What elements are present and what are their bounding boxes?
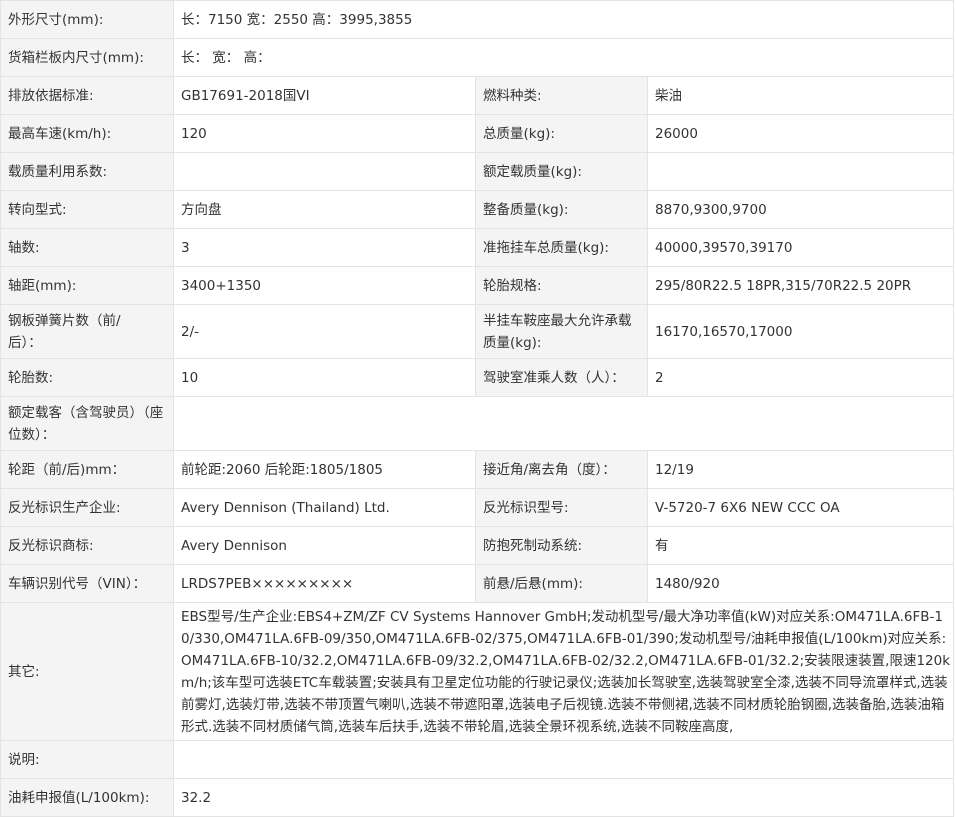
table-row: 反光标识生产企业: Avery Dennison (Thailand) Ltd.… — [0, 488, 955, 527]
spec-value: 前轮距:2060 后轮距:1805/1805 — [173, 450, 476, 489]
table-row: 其它: EBS型号/生产企业:EBS4+ZM/ZF CV Systems Han… — [0, 602, 955, 741]
spec-label: 载质量利用系数: — [0, 152, 174, 191]
table-row: 最高车速(km/h): 120 总质量(kg): 26000 — [0, 114, 955, 153]
table-row: 转向型式: 方向盘 整备质量(kg): 8870,9300,9700 — [0, 190, 955, 229]
spec-label: 防抱死制动系统: — [475, 526, 648, 565]
spec-label: 最高车速(km/h): — [0, 114, 174, 153]
table-row: 轴距(mm): 3400+1350 轮胎规格: 295/80R22.5 18PR… — [0, 266, 955, 305]
spec-label: 油耗申报值(L/100km): — [0, 778, 174, 817]
table-row: 钢板弹簧片数（前/后）： 2/- 半挂车鞍座最大允许承载质量(kg): 1617… — [0, 304, 955, 359]
table-row: 说明: — [0, 740, 955, 779]
spec-value: 方向盘 — [173, 190, 476, 229]
spec-label: 排放依据标准: — [0, 76, 174, 115]
spec-label: 反光标识生产企业: — [0, 488, 174, 527]
spec-value-other: EBS型号/生产企业:EBS4+ZM/ZF CV Systems Hannove… — [172, 602, 955, 741]
spec-label: 轮距（前/后)mm： — [0, 450, 174, 489]
table-row: 轮胎数: 10 驾驶室准乘人数（人）： 2 — [0, 358, 955, 397]
spec-value: 柴油 — [646, 76, 955, 115]
spec-value: GB17691-2018国VI — [173, 76, 476, 115]
spec-value: LRDS7PEB××××××××× — [173, 564, 476, 603]
spec-label: 其它: — [0, 602, 174, 741]
spec-label: 外形尺寸(mm): — [0, 0, 174, 39]
spec-value: Avery Dennison — [173, 526, 476, 565]
vehicle-spec-table: 外形尺寸(mm): 长：7150 宽：2550 高：3995,3855 货箱栏板… — [0, 0, 955, 817]
spec-label: 轮胎数: — [0, 358, 174, 397]
spec-label: 驾驶室准乘人数（人）： — [475, 358, 648, 397]
spec-value: 40000,39570,39170 — [646, 228, 955, 267]
spec-label: 轴距(mm): — [0, 266, 174, 305]
spec-value: 3400+1350 — [173, 266, 476, 305]
spec-value — [172, 740, 955, 779]
spec-value — [173, 152, 476, 191]
table-row: 车辆识别代号（VIN）： LRDS7PEB××××××××× 前悬/后悬(mm)… — [0, 564, 955, 603]
spec-value: 长：7150 宽：2550 高：3995,3855 — [172, 0, 955, 39]
spec-label: 前悬/后悬(mm): — [475, 564, 648, 603]
spec-label: 额定载质量(kg): — [475, 152, 648, 191]
spec-value — [646, 152, 955, 191]
spec-value: 1480/920 — [646, 564, 955, 603]
spec-value: 8870,9300,9700 — [646, 190, 955, 229]
spec-label: 反光标识型号: — [475, 488, 648, 527]
spec-value: 10 — [173, 358, 476, 397]
spec-label: 轮胎规格: — [475, 266, 648, 305]
spec-value: 32.2 — [172, 778, 955, 817]
spec-label: 车辆识别代号（VIN）： — [0, 564, 174, 603]
spec-label: 额定载客（含驾驶员）（座位数）： — [0, 396, 174, 451]
spec-value: 3 — [173, 228, 476, 267]
spec-value: 有 — [646, 526, 955, 565]
spec-value: 2/- — [173, 304, 476, 359]
table-row: 额定载客（含驾驶员）（座位数）： — [0, 396, 955, 451]
spec-label: 准拖挂车总质量(kg): — [475, 228, 648, 267]
table-row: 货箱栏板内尺寸(mm): 长： 宽： 高： — [0, 38, 955, 77]
spec-value: 长： 宽： 高： — [172, 38, 955, 77]
spec-label: 半挂车鞍座最大允许承载质量(kg): — [475, 304, 648, 359]
spec-label: 货箱栏板内尺寸(mm): — [0, 38, 174, 77]
spec-label: 整备质量(kg): — [475, 190, 648, 229]
spec-label: 轴数: — [0, 228, 174, 267]
spec-value: 2 — [646, 358, 955, 397]
spec-label: 反光标识商标: — [0, 526, 174, 565]
table-row: 排放依据标准: GB17691-2018国VI 燃料种类: 柴油 — [0, 76, 955, 115]
spec-value: 295/80R22.5 18PR,315/70R22.5 20PR — [646, 266, 955, 305]
spec-value: 26000 — [646, 114, 955, 153]
spec-label: 转向型式: — [0, 190, 174, 229]
spec-label: 燃料种类: — [475, 76, 648, 115]
spec-label: 钢板弹簧片数（前/后）： — [0, 304, 174, 359]
table-row: 轮距（前/后)mm： 前轮距:2060 后轮距:1805/1805 接近角/离去… — [0, 450, 955, 489]
table-row: 轴数: 3 准拖挂车总质量(kg): 40000,39570,39170 — [0, 228, 955, 267]
table-row: 外形尺寸(mm): 长：7150 宽：2550 高：3995,3855 — [0, 0, 955, 39]
table-row: 反光标识商标: Avery Dennison 防抱死制动系统: 有 — [0, 526, 955, 565]
table-row: 油耗申报值(L/100km): 32.2 — [0, 778, 955, 817]
table-row: 载质量利用系数: 额定载质量(kg): — [0, 152, 955, 191]
spec-label: 接近角/离去角（度）： — [475, 450, 648, 489]
spec-value: 12/19 — [646, 450, 955, 489]
spec-label: 说明: — [0, 740, 174, 779]
spec-value — [172, 396, 955, 451]
spec-label: 总质量(kg): — [475, 114, 648, 153]
spec-value: 16170,16570,17000 — [646, 304, 955, 359]
spec-value: Avery Dennison (Thailand) Ltd. — [173, 488, 476, 527]
spec-value: 120 — [173, 114, 476, 153]
spec-value: V-5720-7 6X6 NEW CCC OA — [646, 488, 955, 527]
